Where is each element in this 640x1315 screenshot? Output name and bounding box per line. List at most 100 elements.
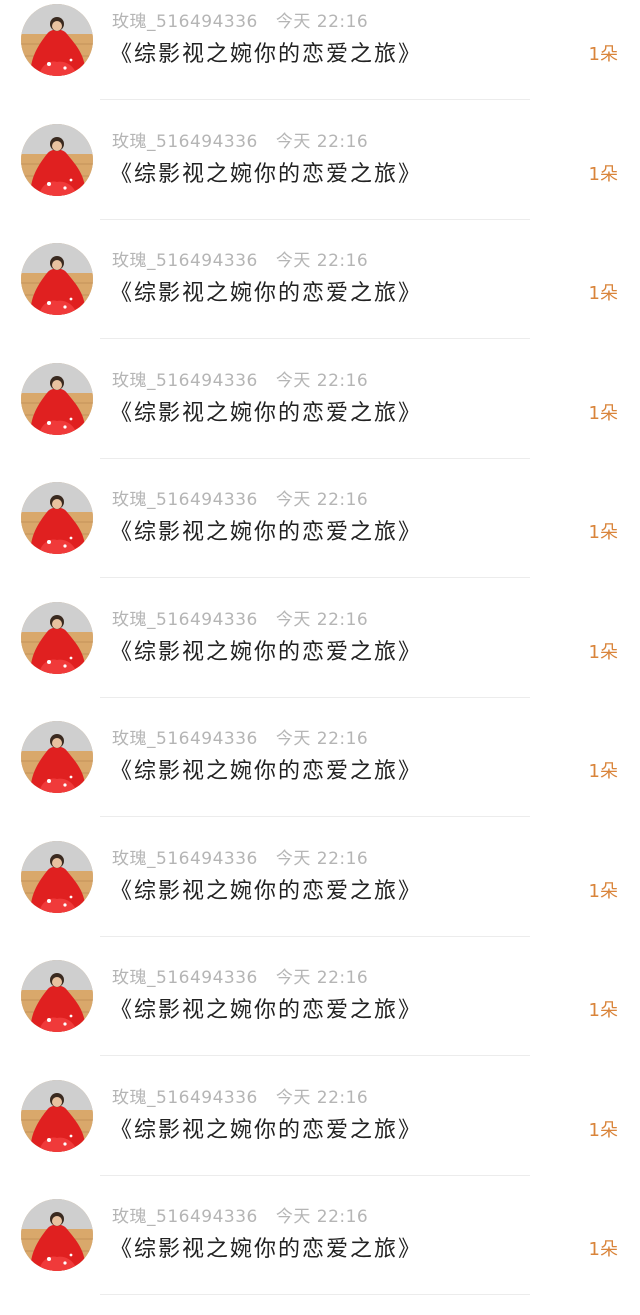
send-time: 今天 22:16 — [275, 370, 369, 391]
row-divider — [100, 935, 530, 937]
send-time: 今天 22:16 — [275, 1087, 369, 1108]
book-title: 《综影视之婉你的恋爱之旅》 — [110, 400, 423, 426]
sender-name: 玫瑰_516494336 — [112, 1087, 258, 1108]
sender-meta: 玫瑰_516494336 今天 22:16 — [112, 847, 368, 871]
list-item[interactable]: 玫瑰_516494336 今天 22:16 《综影视之婉你的恋爱之旅》 1朵 — [0, 120, 640, 240]
row-divider — [100, 1294, 530, 1295]
avatar[interactable] — [21, 840, 93, 913]
list-item[interactable]: 玫瑰_516494336 今天 22:16 《综影视之婉你的恋爱之旅》 1朵 — [0, 1195, 640, 1315]
book-title: 《综影视之婉你的恋爱之旅》 — [110, 998, 423, 1023]
sender-meta: 玫瑰_516494336 今天 22:16 — [112, 1205, 368, 1229]
row-divider — [100, 218, 530, 220]
sender-name: 玫瑰_516494336 — [112, 968, 258, 988]
gift-count: 1朵 — [588, 1239, 618, 1260]
gift-record-list: 玫瑰_516494336 今天 22:16 《综影视之婉你的恋爱之旅》 1朵 玫… — [0, 0, 640, 1295]
gift-count: 1朵 — [588, 641, 618, 663]
avatar[interactable] — [21, 123, 93, 196]
send-time: 今天 22:16 — [275, 131, 369, 152]
send-time: 今天 22:16 — [275, 12, 369, 32]
sender-meta: 玫瑰_516494336 今天 22:16 — [112, 1086, 368, 1110]
book-title: 《综影视之婉你的恋爱之旅》 — [110, 639, 423, 665]
sender-meta: 玫瑰_516494336 今天 22:16 — [112, 369, 368, 393]
avatar[interactable] — [21, 362, 93, 435]
send-time: 今天 22:16 — [275, 848, 369, 869]
sender-name: 玫瑰_516494336 — [112, 848, 258, 869]
avatar-photo-icon — [21, 1079, 93, 1152]
avatar-photo-icon — [21, 123, 93, 196]
sender-name: 玫瑰_516494336 — [112, 370, 258, 391]
avatar[interactable] — [21, 960, 93, 1032]
list-item[interactable]: 玫瑰_516494336 今天 22:16 《综影视之婉你的恋爱之旅》 1朵 — [0, 956, 640, 1076]
list-item[interactable]: 玫瑰_516494336 今天 22:16 《综影视之婉你的恋爱之旅》 1朵 — [0, 598, 640, 718]
sender-name: 玫瑰_516494336 — [112, 12, 258, 32]
sender-meta: 玫瑰_516494336 今天 22:16 — [112, 608, 368, 632]
book-title: 《综影视之婉你的恋爱之旅》 — [110, 520, 423, 545]
sender-name: 玫瑰_516494336 — [112, 251, 258, 271]
sender-name: 玫瑰_516494336 — [112, 609, 258, 630]
avatar-photo-icon — [21, 243, 93, 315]
avatar-photo-icon — [21, 482, 93, 554]
avatar-photo-icon — [21, 721, 93, 793]
send-time: 今天 22:16 — [275, 1207, 369, 1227]
avatar[interactable] — [21, 243, 93, 315]
gift-count: 1朵 — [588, 880, 618, 902]
avatar-photo-icon — [21, 960, 93, 1032]
list-item[interactable]: 玫瑰_516494336 今天 22:16 《综影视之婉你的恋爱之旅》 1朵 — [0, 0, 640, 120]
sender-name: 玫瑰_516494336 — [112, 1207, 258, 1227]
book-title: 《综影视之婉你的恋爱之旅》 — [110, 1117, 423, 1143]
book-title: 《综影视之婉你的恋爱之旅》 — [110, 1237, 423, 1262]
book-title: 《综影视之婉你的恋爱之旅》 — [110, 42, 423, 67]
book-title: 《综影视之婉你的恋爱之旅》 — [110, 161, 423, 187]
send-time: 今天 22:16 — [275, 490, 369, 510]
row-divider — [100, 696, 530, 698]
gift-count: 1朵 — [588, 402, 618, 424]
sender-name: 玫瑰_516494336 — [112, 490, 258, 510]
send-time: 今天 22:16 — [275, 609, 369, 630]
send-time: 今天 22:16 — [275, 968, 369, 988]
gift-count: 1朵 — [588, 1000, 618, 1021]
sender-meta: 玫瑰_516494336 今天 22:16 — [112, 727, 368, 751]
list-item[interactable]: 玫瑰_516494336 今天 22:16 《综影视之婉你的恋爱之旅》 1朵 — [0, 717, 640, 837]
book-title: 《综影视之婉你的恋爱之旅》 — [110, 281, 423, 306]
book-title: 《综影视之婉你的恋爱之旅》 — [110, 759, 423, 784]
avatar-photo-icon — [21, 362, 93, 435]
row-divider — [100, 577, 530, 578]
sender-name: 玫瑰_516494336 — [112, 131, 258, 152]
sender-name: 玫瑰_516494336 — [112, 729, 258, 749]
row-divider — [100, 338, 530, 339]
row-divider — [100, 1174, 530, 1176]
sender-meta: 玫瑰_516494336 今天 22:16 — [112, 130, 368, 154]
list-item[interactable]: 玫瑰_516494336 今天 22:16 《综影视之婉你的恋爱之旅》 1朵 — [0, 478, 640, 598]
send-time: 今天 22:16 — [275, 251, 369, 271]
avatar[interactable] — [21, 721, 93, 793]
row-divider — [100, 816, 530, 817]
row-divider — [100, 99, 530, 100]
row-divider — [100, 1055, 530, 1056]
avatar-photo-icon — [21, 1199, 93, 1271]
sender-meta: 玫瑰_516494336 今天 22:16 — [112, 10, 368, 34]
gift-count: 1朵 — [588, 1119, 618, 1141]
gift-count: 1朵 — [588, 163, 618, 185]
send-time: 今天 22:16 — [275, 729, 369, 749]
list-item[interactable]: 玫瑰_516494336 今天 22:16 《综影视之婉你的恋爱之旅》 1朵 — [0, 239, 640, 359]
sender-meta: 玫瑰_516494336 今天 22:16 — [112, 966, 368, 990]
avatar[interactable] — [21, 1199, 93, 1271]
avatar[interactable] — [21, 482, 93, 554]
list-item[interactable]: 玫瑰_516494336 今天 22:16 《综影视之婉你的恋爱之旅》 1朵 — [0, 1076, 640, 1196]
sender-meta: 玫瑰_516494336 今天 22:16 — [112, 488, 368, 512]
gift-count: 1朵 — [588, 44, 618, 65]
book-title: 《综影视之婉你的恋爱之旅》 — [110, 878, 423, 904]
sender-meta: 玫瑰_516494336 今天 22:16 — [112, 249, 368, 273]
avatar[interactable] — [21, 1079, 93, 1152]
avatar-photo-icon — [21, 601, 93, 674]
gift-count: 1朵 — [588, 522, 618, 543]
row-divider — [100, 457, 530, 459]
gift-count: 1朵 — [588, 761, 618, 782]
avatar-photo-icon — [21, 4, 93, 76]
list-item[interactable]: 玫瑰_516494336 今天 22:16 《综影视之婉你的恋爱之旅》 1朵 — [0, 837, 640, 957]
avatar[interactable] — [21, 601, 93, 674]
gift-count: 1朵 — [588, 283, 618, 304]
list-item[interactable]: 玫瑰_516494336 今天 22:16 《综影视之婉你的恋爱之旅》 1朵 — [0, 359, 640, 479]
avatar-photo-icon — [21, 840, 93, 913]
avatar[interactable] — [21, 4, 93, 76]
